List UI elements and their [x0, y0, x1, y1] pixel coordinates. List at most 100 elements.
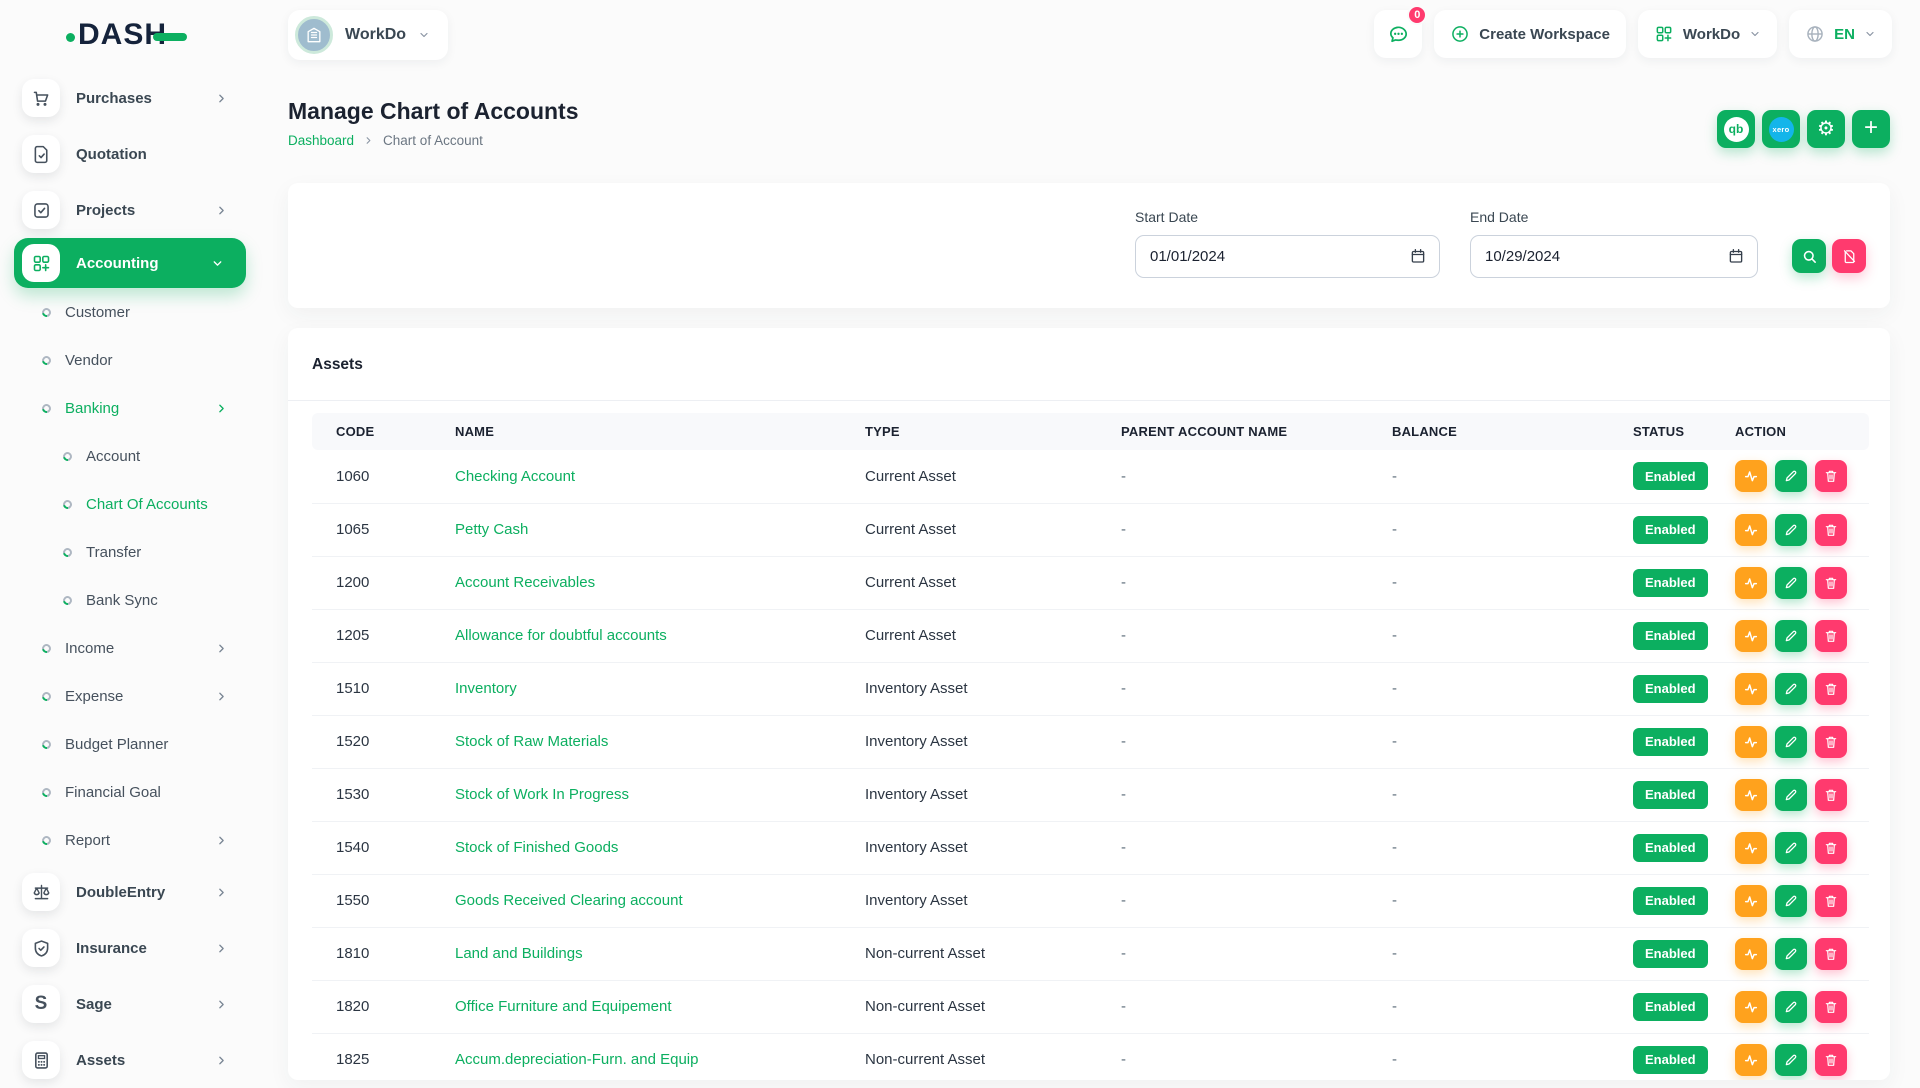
status-badge: Enabled	[1633, 781, 1708, 809]
account-name-link[interactable]: Accum.depreciation-Furn. and Equip	[455, 1051, 698, 1068]
account-name-link[interactable]: Land and Buildings	[455, 945, 583, 962]
create-workspace-button[interactable]: Create Workspace	[1434, 10, 1626, 58]
sidebar-item-banking[interactable]: Banking	[0, 384, 260, 432]
transactions-button[interactable]	[1735, 726, 1767, 758]
sidebar-item-bank-sync[interactable]: Bank Sync	[0, 576, 260, 624]
sidebar-item-purchases[interactable]: Purchases	[0, 70, 260, 126]
transactions-button[interactable]	[1735, 991, 1767, 1023]
delete-button[interactable]	[1815, 514, 1847, 546]
edit-button[interactable]	[1775, 620, 1807, 652]
transactions-button[interactable]	[1735, 938, 1767, 970]
delete-button[interactable]	[1815, 1044, 1847, 1076]
trash-icon	[1823, 840, 1839, 856]
delete-button[interactable]	[1815, 991, 1847, 1023]
transactions-button[interactable]	[1735, 885, 1767, 917]
add-account-button[interactable]: +	[1852, 110, 1890, 148]
delete-button[interactable]	[1815, 726, 1847, 758]
edit-button[interactable]	[1775, 779, 1807, 811]
account-name-link[interactable]: Stock of Finished Goods	[455, 839, 618, 856]
delete-button[interactable]	[1815, 567, 1847, 599]
sidebar-item-label: Insurance	[76, 940, 147, 957]
workspace-switcher[interactable]: WorkDo	[288, 10, 448, 60]
edit-button[interactable]	[1775, 938, 1807, 970]
quickbooks-button[interactable]: qb	[1717, 110, 1755, 148]
sidebar-item-quotation[interactable]: Quotation	[0, 126, 260, 182]
delete-button[interactable]	[1815, 460, 1847, 492]
delete-button[interactable]	[1815, 673, 1847, 705]
pencil-icon	[1783, 575, 1799, 591]
parent-account: -	[1121, 450, 1392, 503]
account-code: 1060	[312, 450, 455, 503]
account-name-link[interactable]: Stock of Raw Materials	[455, 733, 608, 750]
pencil-icon	[1783, 734, 1799, 750]
app-logo[interactable]: DASH	[66, 18, 187, 52]
transactions-button[interactable]	[1735, 673, 1767, 705]
account-name-link[interactable]: Petty Cash	[455, 521, 528, 538]
edit-button[interactable]	[1775, 991, 1807, 1023]
xero-button[interactable]: xero	[1762, 110, 1800, 148]
delete-button[interactable]	[1815, 620, 1847, 652]
transactions-button[interactable]	[1735, 1044, 1767, 1076]
sidebar-item-sage[interactable]: S Sage	[0, 976, 260, 1032]
activity-icon	[1743, 893, 1759, 909]
sidebar-item-account[interactable]: Account	[0, 432, 260, 480]
sidebar-item-vendor[interactable]: Vendor	[0, 336, 260, 384]
sidebar-item-transfer[interactable]: Transfer	[0, 528, 260, 576]
transactions-button[interactable]	[1735, 514, 1767, 546]
transactions-button[interactable]	[1735, 567, 1767, 599]
account-name-link[interactable]: Account Receivables	[455, 574, 595, 591]
chevron-right-icon	[215, 886, 228, 899]
edit-button[interactable]	[1775, 832, 1807, 864]
account-name-link[interactable]: Goods Received Clearing account	[455, 892, 683, 909]
transactions-button[interactable]	[1735, 779, 1767, 811]
sidebar-item-insurance[interactable]: Insurance	[0, 920, 260, 976]
edit-button[interactable]	[1775, 460, 1807, 492]
apply-filter-button[interactable]	[1792, 239, 1826, 273]
account-name-link[interactable]: Checking Account	[455, 468, 575, 485]
app-menu-button[interactable]: WorkDo	[1638, 10, 1777, 58]
transactions-button[interactable]	[1735, 620, 1767, 652]
delete-button[interactable]	[1815, 885, 1847, 917]
sidebar-item-expense[interactable]: Expense	[0, 672, 260, 720]
sidebar-item-budget-planner[interactable]: Budget Planner	[0, 720, 260, 768]
end-date-input[interactable]	[1470, 235, 1758, 278]
sidebar-item-chart-of-accounts[interactable]: Chart Of Accounts	[0, 480, 260, 528]
create-workspace-label: Create Workspace	[1479, 26, 1610, 43]
sidebar-item-customer[interactable]: Customer	[0, 288, 260, 336]
breadcrumb-dashboard-link[interactable]: Dashboard	[288, 133, 354, 148]
delete-button[interactable]	[1815, 832, 1847, 864]
edit-button[interactable]	[1775, 726, 1807, 758]
search-icon	[1801, 248, 1818, 265]
status-badge: Enabled	[1633, 462, 1708, 490]
balance: -	[1392, 821, 1633, 874]
start-date-input[interactable]	[1135, 235, 1440, 278]
sidebar-item-accounting[interactable]: Accounting	[14, 238, 246, 288]
sidebar-item-label: Income	[65, 640, 114, 657]
messages-button[interactable]: 0	[1374, 10, 1422, 58]
delete-button[interactable]	[1815, 779, 1847, 811]
sidebar-item-projects[interactable]: Projects	[0, 182, 260, 238]
edit-button[interactable]	[1775, 567, 1807, 599]
sidebar-item-financial-goal[interactable]: Financial Goal	[0, 768, 260, 816]
scale-icon	[22, 873, 60, 911]
account-name-link[interactable]: Stock of Work In Progress	[455, 786, 629, 803]
settings-button[interactable]: ⚙	[1807, 110, 1845, 148]
sidebar-item-income[interactable]: Income	[0, 624, 260, 672]
assets-card: Assets CODE NAME TYPE PARENT ACCOUNT NAM…	[288, 328, 1890, 1080]
edit-button[interactable]	[1775, 673, 1807, 705]
edit-button[interactable]	[1775, 1044, 1807, 1076]
account-name-link[interactable]: Allowance for doubtful accounts	[455, 627, 667, 644]
account-name-link[interactable]: Office Furniture and Equipement	[455, 998, 672, 1015]
delete-button[interactable]	[1815, 938, 1847, 970]
edit-button[interactable]	[1775, 885, 1807, 917]
account-type: Inventory Asset	[865, 662, 1121, 715]
edit-button[interactable]	[1775, 514, 1807, 546]
sidebar-item-report[interactable]: Report	[0, 816, 260, 864]
sidebar-item-doubleentry[interactable]: DoubleEntry	[0, 864, 260, 920]
transactions-button[interactable]	[1735, 832, 1767, 864]
language-selector[interactable]: EN	[1789, 10, 1892, 58]
account-name-link[interactable]: Inventory	[455, 680, 517, 697]
transactions-button[interactable]	[1735, 460, 1767, 492]
logo-dot-icon	[66, 33, 75, 42]
reset-filter-button[interactable]	[1832, 239, 1866, 273]
